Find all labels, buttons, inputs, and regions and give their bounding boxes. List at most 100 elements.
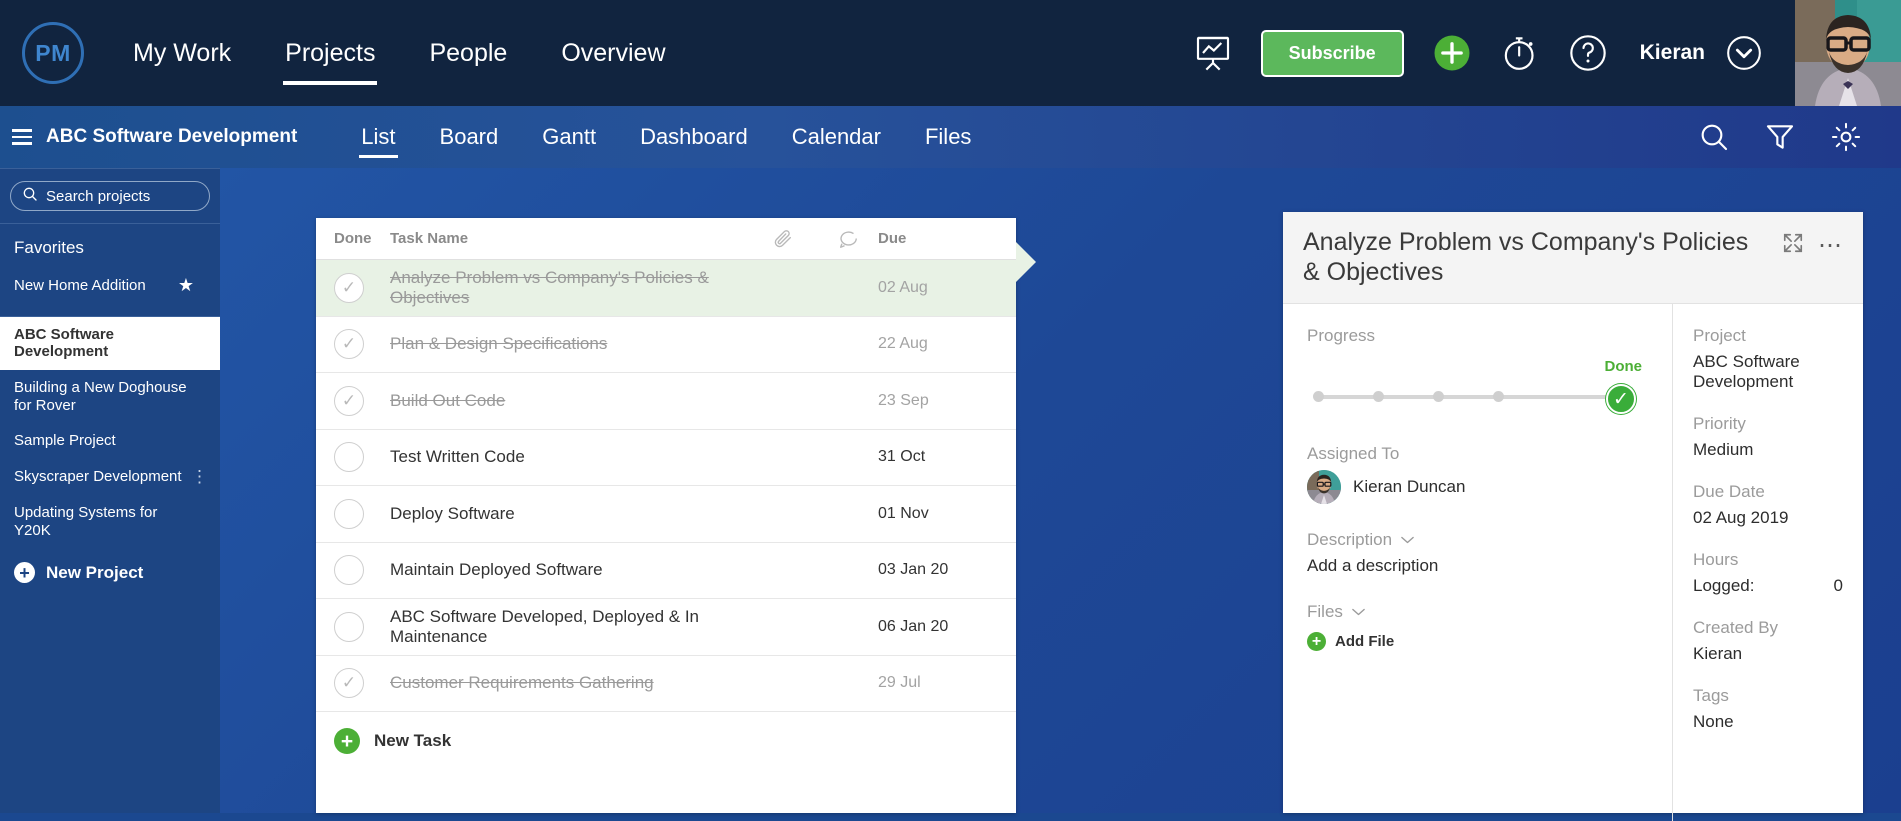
detail-header-actions: ⋯ (1782, 228, 1843, 259)
user-name-label[interactable]: Kieran (1640, 41, 1705, 65)
tab-calendar-label: Calendar (791, 124, 881, 149)
projects-section: ABC Software Development Building a New … (0, 316, 220, 549)
task-done-checkbox[interactable]: ✓ (334, 668, 390, 699)
task-done-checkbox[interactable]: ✓ (334, 329, 390, 360)
gear-icon[interactable] (1830, 121, 1862, 153)
chevron-down-icon (1400, 530, 1415, 550)
user-avatar-photo[interactable] (1795, 0, 1901, 106)
stopwatch-icon[interactable] (1500, 33, 1540, 73)
app-logo[interactable]: PM (0, 22, 106, 84)
task-done-checkbox[interactable]: ✓ (334, 555, 390, 586)
hamburger-icon[interactable] (12, 129, 32, 145)
chevron-down-circle-icon[interactable] (1725, 34, 1763, 72)
task-done-checkbox[interactable]: ✓ (334, 442, 390, 473)
nav-item-people[interactable]: People (402, 0, 534, 106)
new-project-button[interactable]: + New Project (0, 548, 220, 597)
table-row[interactable]: ✓ Customer Requirements Gathering 29 Jul (316, 656, 1016, 712)
project-label: Project (1693, 326, 1746, 345)
priority-value[interactable]: Medium (1693, 440, 1843, 460)
project-title: ABC Software Development (46, 126, 298, 147)
meta-created-by: Created By Kieran (1693, 618, 1843, 664)
task-name: Analyze Problem vs Company's Policies & … (390, 267, 709, 307)
nav-item-projects[interactable]: Projects (258, 0, 402, 106)
ellipsis-horizontal-icon[interactable]: ⋯ (1818, 234, 1843, 257)
sidebar-item-new-home-addition[interactable]: New Home Addition ★ (0, 268, 220, 304)
progress-done-handle[interactable]: ✓ (1606, 384, 1636, 414)
star-icon[interactable]: ★ (178, 275, 194, 296)
tab-gantt-label: Gantt (542, 124, 597, 149)
task-name: Maintain Deployed Software (390, 560, 603, 580)
description-toggle[interactable]: Description (1307, 530, 1415, 550)
task-name: Deploy Software (390, 503, 515, 523)
table-row[interactable]: ✓ Maintain Deployed Software 03 Jan 20 (316, 543, 1016, 599)
tab-dashboard[interactable]: Dashboard (618, 106, 770, 168)
tab-board-label: Board (439, 124, 499, 149)
projects-sidebar: Search projects Favorites New Home Addit… (0, 168, 220, 813)
progress-step-50[interactable] (1433, 391, 1444, 402)
tags-value[interactable]: None (1693, 712, 1843, 732)
tab-list[interactable]: List (339, 106, 417, 168)
plus-circle-icon[interactable] (1432, 33, 1472, 73)
tags-label: Tags (1693, 686, 1729, 705)
progress-step-25[interactable] (1373, 391, 1384, 402)
task-due-date: 29 Jul (878, 674, 921, 692)
expand-arrows-icon[interactable] (1782, 232, 1804, 259)
tab-dashboard-label: Dashboard (640, 124, 748, 149)
tab-list-label: List (361, 124, 396, 149)
plus-circle-icon: + (14, 562, 35, 584)
tab-board[interactable]: Board (418, 106, 521, 168)
add-file-button[interactable]: + Add File (1307, 632, 1648, 651)
sidebar-item-abc-software-development[interactable]: ABC Software Development (0, 316, 220, 371)
funnel-filter-icon[interactable] (1764, 121, 1796, 153)
task-done-checkbox[interactable]: ✓ (334, 611, 390, 642)
table-row[interactable]: ✓ Build Out Code 23 Sep (316, 373, 1016, 430)
progress-slider[interactable]: Done ✓ (1307, 358, 1648, 414)
search-icon[interactable] (1698, 121, 1730, 153)
assignee-name: Kieran Duncan (1353, 477, 1466, 496)
table-row[interactable]: ✓ Deploy Software 01 Nov (316, 486, 1016, 543)
progress-label: Progress (1307, 326, 1376, 345)
project-value: ABC Software Development (1693, 352, 1800, 391)
column-header-done: Done (334, 230, 372, 247)
page-title: Analyze Problem vs Company's Policies & … (1303, 228, 1749, 286)
progress-step-75[interactable] (1493, 391, 1504, 402)
table-row[interactable]: ✓ Plan & Design Specifications 22 Aug (316, 317, 1016, 373)
files-toggle[interactable]: Files (1307, 602, 1366, 622)
primary-nav: My Work Projects People Overview (106, 0, 693, 106)
new-task-button[interactable]: + New Task (316, 712, 1016, 770)
table-row[interactable]: ✓ Test Written Code 31 Oct (316, 430, 1016, 486)
sidebar-item-label: Sample Project (14, 432, 116, 450)
presentation-chart-icon[interactable] (1193, 33, 1233, 73)
tab-gantt[interactable]: Gantt (520, 106, 618, 168)
task-name: Build Out Code (390, 390, 506, 410)
assignee[interactable]: Kieran Duncan (1307, 470, 1648, 504)
sidebar-item-skyscraper-development[interactable]: Skyscraper Development ⋮ (0, 459, 220, 495)
task-detail-header: Analyze Problem vs Company's Policies & … (1283, 212, 1863, 304)
description-value[interactable]: Add a description (1307, 556, 1648, 576)
subscribe-button[interactable]: Subscribe (1260, 29, 1404, 77)
question-circle-icon[interactable] (1568, 33, 1608, 73)
sidebar-item-label: Updating Systems for Y20K (14, 503, 158, 539)
new-project-label: New Project (46, 562, 144, 582)
tab-files[interactable]: Files (903, 106, 993, 168)
nav-item-my-work[interactable]: My Work (106, 0, 258, 106)
sidebar-item-building-a-new-doghouse-for-rover[interactable]: Building a New Doghouse for Rover (0, 370, 220, 423)
search-projects-input[interactable]: Search projects (10, 181, 210, 211)
priority-label: Priority (1693, 414, 1746, 433)
table-row[interactable]: ✓ Analyze Problem vs Company's Policies … (316, 260, 1016, 317)
task-due-date: 06 Jan 20 (878, 617, 949, 635)
table-row[interactable]: ✓ ABC Software Developed, Deployed & In … (316, 599, 1016, 656)
row-menu-icon[interactable]: ⋮ (191, 468, 208, 485)
progress-step-0[interactable] (1313, 391, 1324, 402)
sidebar-item-updating-systems-for-y20k[interactable]: Updating Systems for Y20K (0, 495, 220, 548)
tab-calendar[interactable]: Calendar (770, 106, 903, 168)
task-list-panel: Done Task Name Due ✓ Analyze Problem vs … (316, 218, 1016, 813)
nav-item-overview[interactable]: Overview (534, 0, 692, 106)
meta-due-date: Due Date 02 Aug 2019 (1693, 482, 1843, 528)
task-done-checkbox[interactable]: ✓ (334, 272, 390, 303)
task-done-checkbox[interactable]: ✓ (334, 385, 390, 416)
due-date-value[interactable]: 02 Aug 2019 (1693, 508, 1843, 528)
meta-project: Project ABC Software Development (1693, 326, 1843, 392)
sidebar-item-sample-project[interactable]: Sample Project (0, 423, 220, 459)
task-done-checkbox[interactable]: ✓ (334, 498, 390, 529)
